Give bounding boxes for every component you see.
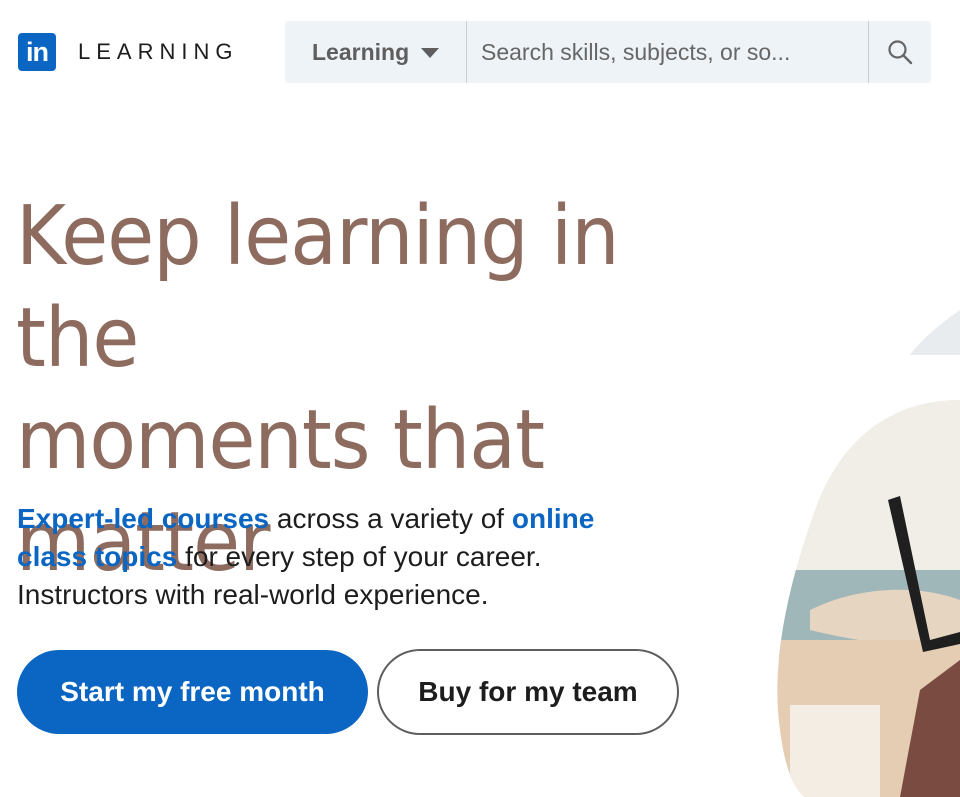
linkedin-badge-icon: in (18, 33, 56, 71)
search-input[interactable] (467, 21, 868, 83)
landing-page: in LEARNING Learning Keep learning in th… (0, 0, 960, 797)
logo-wordmark: LEARNING (78, 39, 239, 64)
search-button[interactable] (868, 21, 931, 83)
start-free-month-button[interactable]: Start my free month (17, 650, 368, 734)
illustration-top-shape (910, 310, 960, 355)
search-bar: Learning (285, 21, 931, 83)
buy-for-team-button[interactable]: Buy for my team (377, 649, 679, 735)
subcopy-text-1: across a variety of (269, 503, 512, 534)
hero-illustration (777, 310, 960, 797)
linkedin-learning-logo[interactable]: in LEARNING (18, 33, 238, 71)
search-scope-dropdown[interactable]: Learning (285, 21, 467, 83)
caret-down-icon (421, 48, 440, 58)
search-scope-label: Learning (312, 38, 410, 65)
headline-line-1: Keep learning in the (16, 189, 620, 386)
subcopy-text-3: Instructors with real-world experience. (17, 579, 489, 610)
expert-led-courses-link[interactable]: Expert-led courses (17, 503, 269, 534)
subcopy-text-2: for every step of your career. (177, 541, 542, 572)
hero-subcopy: Expert-led courses across a variety of o… (17, 500, 657, 614)
headline-line-2: moments that (16, 393, 545, 488)
search-icon (888, 40, 913, 65)
